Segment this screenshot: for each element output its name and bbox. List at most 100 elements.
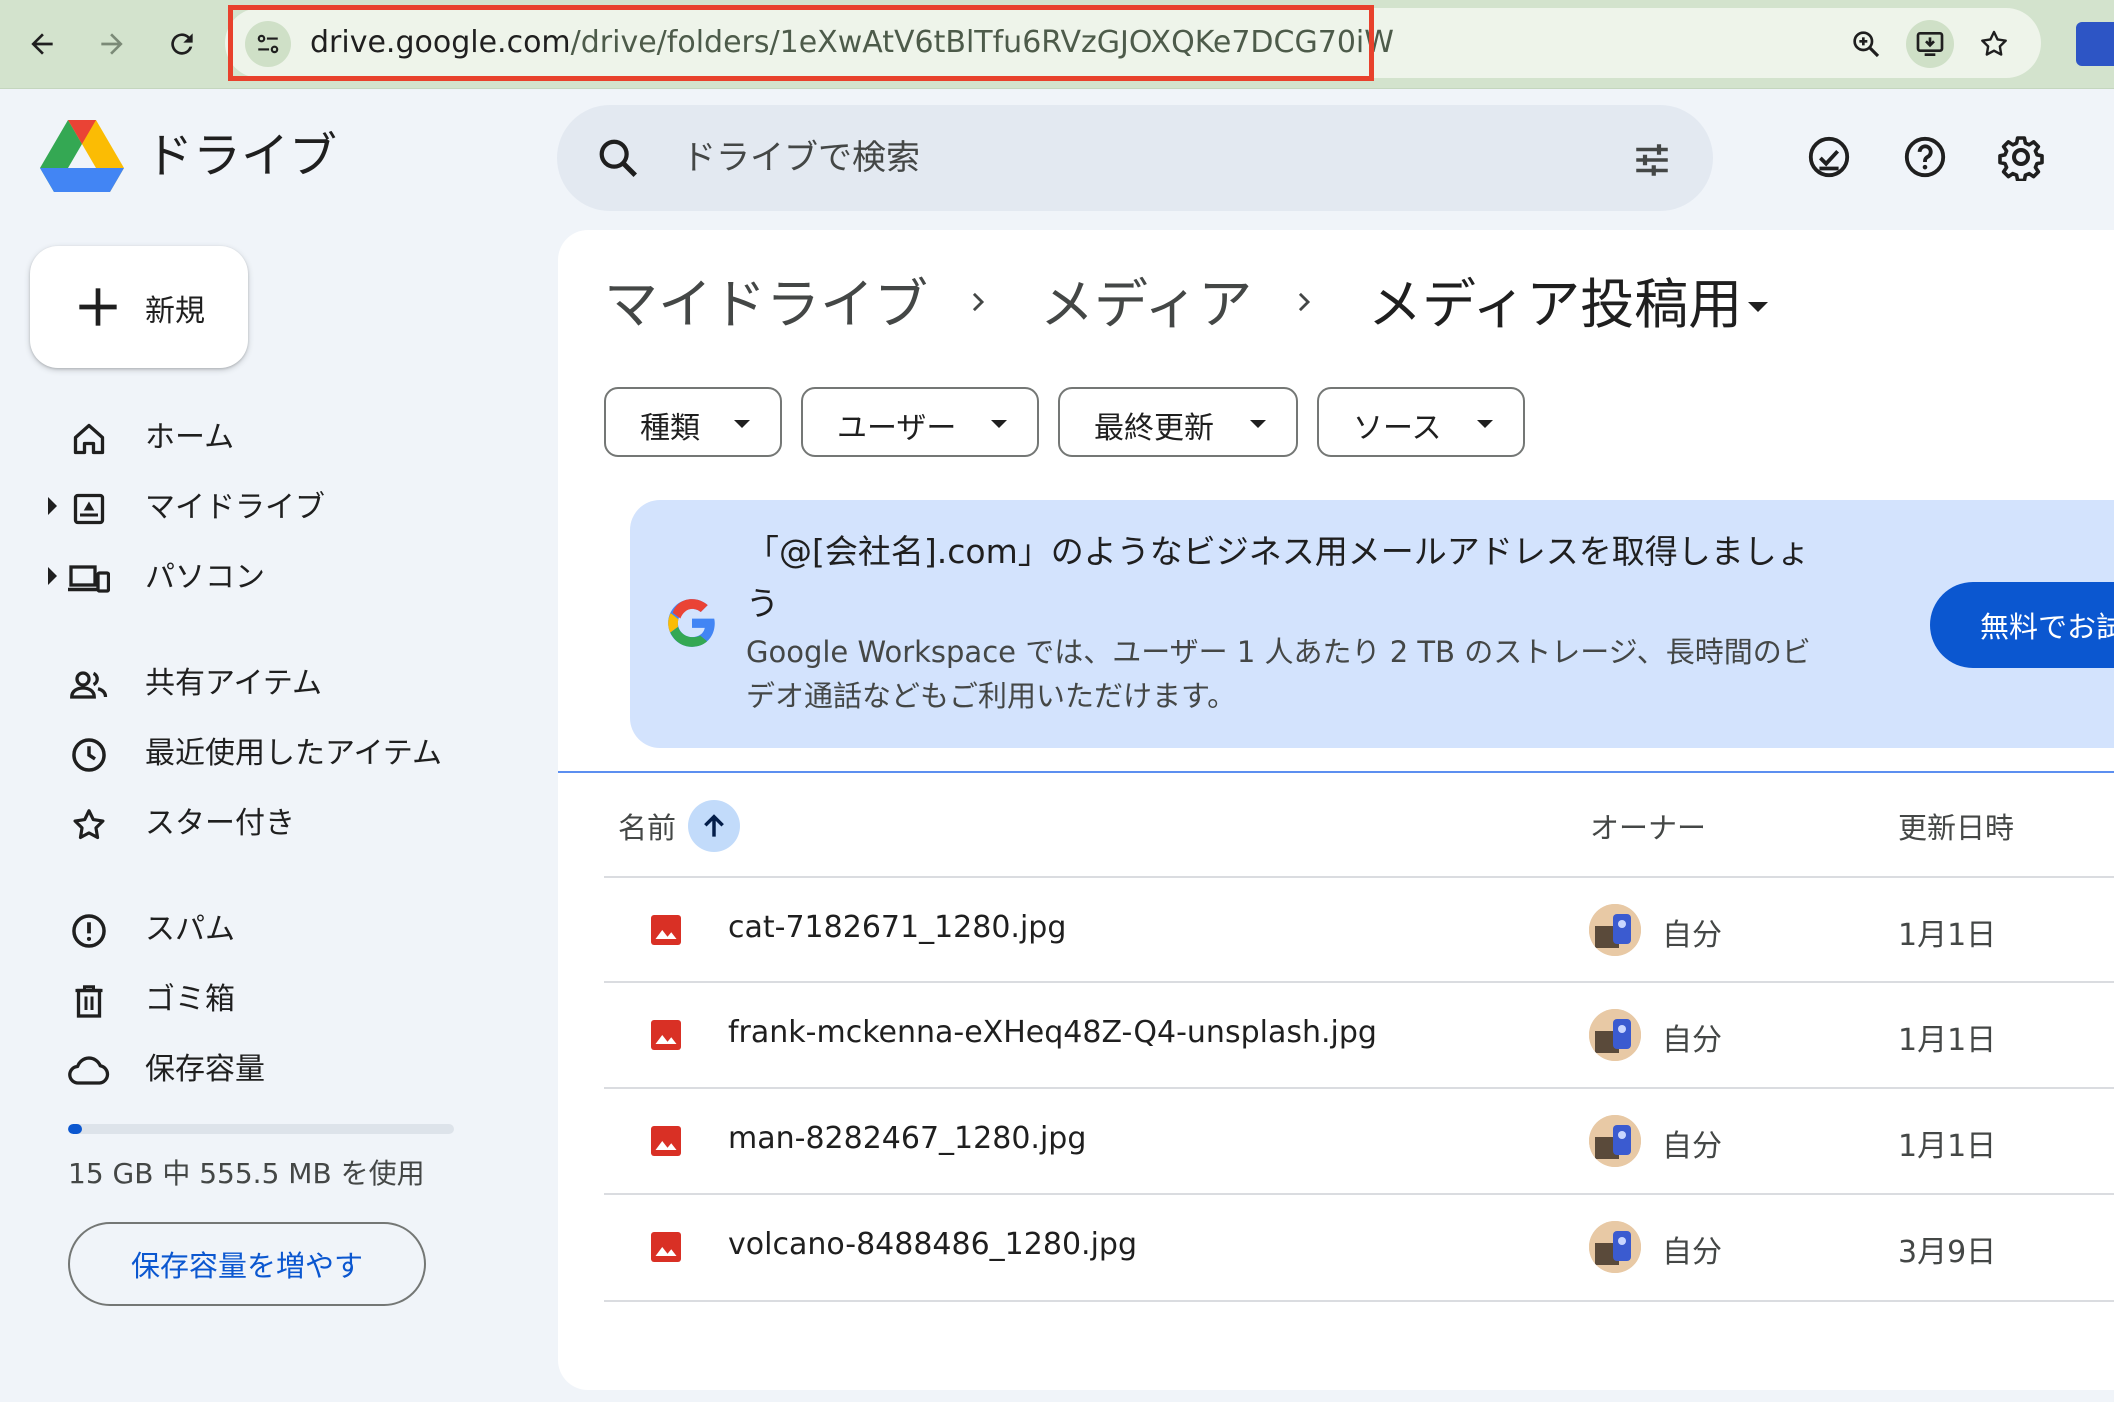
offline-ready-icon[interactable] bbox=[1804, 132, 1854, 182]
sidebar-item-label: スパム bbox=[145, 912, 235, 947]
sidebar-item-shared[interactable]: 共有アイテム bbox=[30, 654, 510, 714]
sort-direction-button[interactable] bbox=[688, 800, 740, 852]
owner-name: 自分 bbox=[1662, 1129, 1722, 1164]
list-divider bbox=[558, 771, 2114, 773]
get-more-storage-button[interactable]: 保存容量を増やす bbox=[68, 1222, 426, 1306]
column-header-owner[interactable]: オーナー bbox=[1590, 805, 1706, 847]
column-header-modified[interactable]: 更新日時 bbox=[1898, 805, 2014, 847]
modified-date: 1月1日 bbox=[1898, 918, 1997, 953]
sidebar-item-label: 共有アイテム bbox=[145, 666, 322, 701]
extension-icon[interactable] bbox=[2076, 22, 2114, 66]
breadcrumb-current-folder[interactable]: メディア投稿用 bbox=[1368, 268, 1742, 342]
sidebar-item-trash[interactable]: ゴミ箱 bbox=[30, 970, 510, 1030]
app-name: ドライブ bbox=[145, 128, 338, 184]
sidebar-item-home[interactable]: ホーム bbox=[30, 408, 510, 468]
search-icon bbox=[599, 139, 638, 178]
computers-icon bbox=[68, 558, 110, 600]
workspace-promo-banner: 「@[会社名].com」のようなビジネス用メールアドレスを取得しましょう Goo… bbox=[630, 500, 2114, 748]
image-file-icon bbox=[651, 915, 681, 945]
reload-icon bbox=[171, 33, 193, 55]
install-app-icon[interactable] bbox=[1906, 20, 1954, 68]
back-button[interactable] bbox=[20, 22, 64, 66]
reload-button[interactable] bbox=[160, 22, 204, 66]
avatar bbox=[1589, 1221, 1641, 1273]
dropdown-caret-icon bbox=[1477, 420, 1493, 428]
plus-icon bbox=[79, 288, 117, 326]
recent-icon bbox=[68, 734, 110, 776]
filter-chip-people[interactable]: ユーザー bbox=[801, 387, 1039, 457]
avatar bbox=[1589, 904, 1641, 956]
file-name[interactable]: frank-mckenna-eXHeq48Z-Q4-unsplash.jpg bbox=[728, 1015, 1377, 1050]
spam-icon bbox=[68, 910, 110, 952]
forward-arrow-icon bbox=[101, 33, 123, 55]
chevron-right-icon bbox=[1284, 282, 1324, 322]
file-name[interactable]: man-8282467_1280.jpg bbox=[728, 1121, 1086, 1156]
search-input[interactable] bbox=[682, 131, 1582, 185]
filter-chip-label: ユーザー bbox=[837, 411, 957, 446]
google-g-logo-icon bbox=[668, 599, 715, 647]
settings-gear-icon[interactable] bbox=[1996, 132, 2046, 182]
forward-button[interactable] bbox=[90, 22, 134, 66]
search-options-icon bbox=[1636, 144, 1668, 176]
star-icon bbox=[68, 804, 110, 846]
storage-usage-text: 15 GB 中 555.5 MB を使用 bbox=[68, 1157, 425, 1190]
folder-menu-caret-icon[interactable] bbox=[1748, 302, 1768, 312]
image-file-icon bbox=[651, 1126, 681, 1156]
sidebar-item-starred[interactable]: スター付き bbox=[30, 794, 510, 854]
sidebar-item-recent[interactable]: 最近使用したアイテム bbox=[30, 724, 510, 784]
new-button-label: 新規 bbox=[145, 295, 205, 328]
chevron-right-icon bbox=[958, 282, 998, 322]
owner-name: 自分 bbox=[1662, 1235, 1722, 1270]
try-free-button[interactable]: 無料でお試し bbox=[1930, 582, 2114, 668]
avatar bbox=[1589, 1009, 1641, 1061]
new-button[interactable]: 新規 bbox=[30, 246, 248, 368]
zoom-icon[interactable] bbox=[1842, 20, 1890, 68]
help-icon[interactable] bbox=[1900, 132, 1950, 182]
banner-body: Google Workspace では、ユーザー 1 人あたり 2 TB のスト… bbox=[746, 635, 1811, 713]
breadcrumb-media[interactable]: メディア bbox=[1040, 268, 1252, 342]
owner-name: 自分 bbox=[1662, 1023, 1722, 1058]
filter-chip-type[interactable]: 種類 bbox=[604, 387, 782, 457]
filter-chip-label: 最終更新 bbox=[1094, 411, 1214, 446]
cloud-icon bbox=[68, 1050, 110, 1092]
file-name[interactable]: cat-7182671_1280.jpg bbox=[728, 910, 1066, 945]
browser-toolbar: drive.google.com/drive/folders/1eXwAtV6t… bbox=[0, 0, 2114, 89]
sidebar-item-computers[interactable]: パソコン bbox=[30, 548, 510, 608]
modified-date: 1月1日 bbox=[1898, 1023, 1997, 1058]
arrow-up-icon bbox=[704, 814, 724, 837]
table-row[interactable]: man-8282467_1280.jpg 自分 1月1日 bbox=[604, 1087, 2114, 1192]
storage-usage-bar bbox=[68, 1124, 454, 1134]
expand-arrow-icon[interactable] bbox=[48, 567, 57, 585]
table-row[interactable]: cat-7182671_1280.jpg 自分 1月1日 bbox=[604, 876, 2114, 981]
owner-name: 自分 bbox=[1662, 918, 1722, 953]
bookmark-star-icon[interactable] bbox=[1970, 20, 2018, 68]
filter-chip-modified[interactable]: 最終更新 bbox=[1058, 387, 1298, 457]
filter-chip-label: 種類 bbox=[640, 411, 700, 446]
shared-icon bbox=[68, 664, 110, 706]
modified-date: 3月9日 bbox=[1898, 1235, 1997, 1270]
table-row[interactable]: volcano-8488486_1280.jpg 自分 3月9日 bbox=[604, 1193, 2114, 1298]
breadcrumb-my-drive[interactable]: マイドライブ bbox=[604, 268, 928, 342]
table-row[interactable]: frank-mckenna-eXHeq48Z-Q4-unsplash.jpg 自分… bbox=[604, 981, 2114, 1086]
sidebar-item-label: パソコン bbox=[145, 560, 265, 595]
dropdown-caret-icon bbox=[991, 420, 1007, 428]
sidebar-item-label: スター付き bbox=[145, 806, 295, 841]
filter-chip-source[interactable]: ソース bbox=[1317, 387, 1525, 457]
url-highlight-box bbox=[228, 5, 1374, 81]
search-bar[interactable] bbox=[557, 105, 1713, 211]
sidebar-item-spam[interactable]: スパム bbox=[30, 900, 510, 960]
file-name[interactable]: volcano-8488486_1280.jpg bbox=[728, 1227, 1137, 1262]
my-drive-icon bbox=[68, 488, 110, 530]
sidebar-item-my-drive[interactable]: マイドライブ bbox=[30, 478, 510, 538]
sidebar-item-label: マイドライブ bbox=[145, 490, 325, 525]
sidebar-item-label: 最近使用したアイテム bbox=[145, 736, 442, 771]
trash-icon bbox=[68, 980, 110, 1022]
storage-usage-fill bbox=[68, 1124, 83, 1134]
column-header-name[interactable]: 名前 bbox=[618, 805, 676, 847]
avatar bbox=[1589, 1115, 1641, 1167]
back-arrow-icon bbox=[31, 33, 53, 55]
dropdown-caret-icon bbox=[734, 420, 750, 428]
expand-arrow-icon[interactable] bbox=[48, 497, 57, 515]
drive-logo-icon[interactable] bbox=[40, 120, 124, 196]
sidebar-item-storage[interactable]: 保存容量 bbox=[30, 1040, 510, 1100]
